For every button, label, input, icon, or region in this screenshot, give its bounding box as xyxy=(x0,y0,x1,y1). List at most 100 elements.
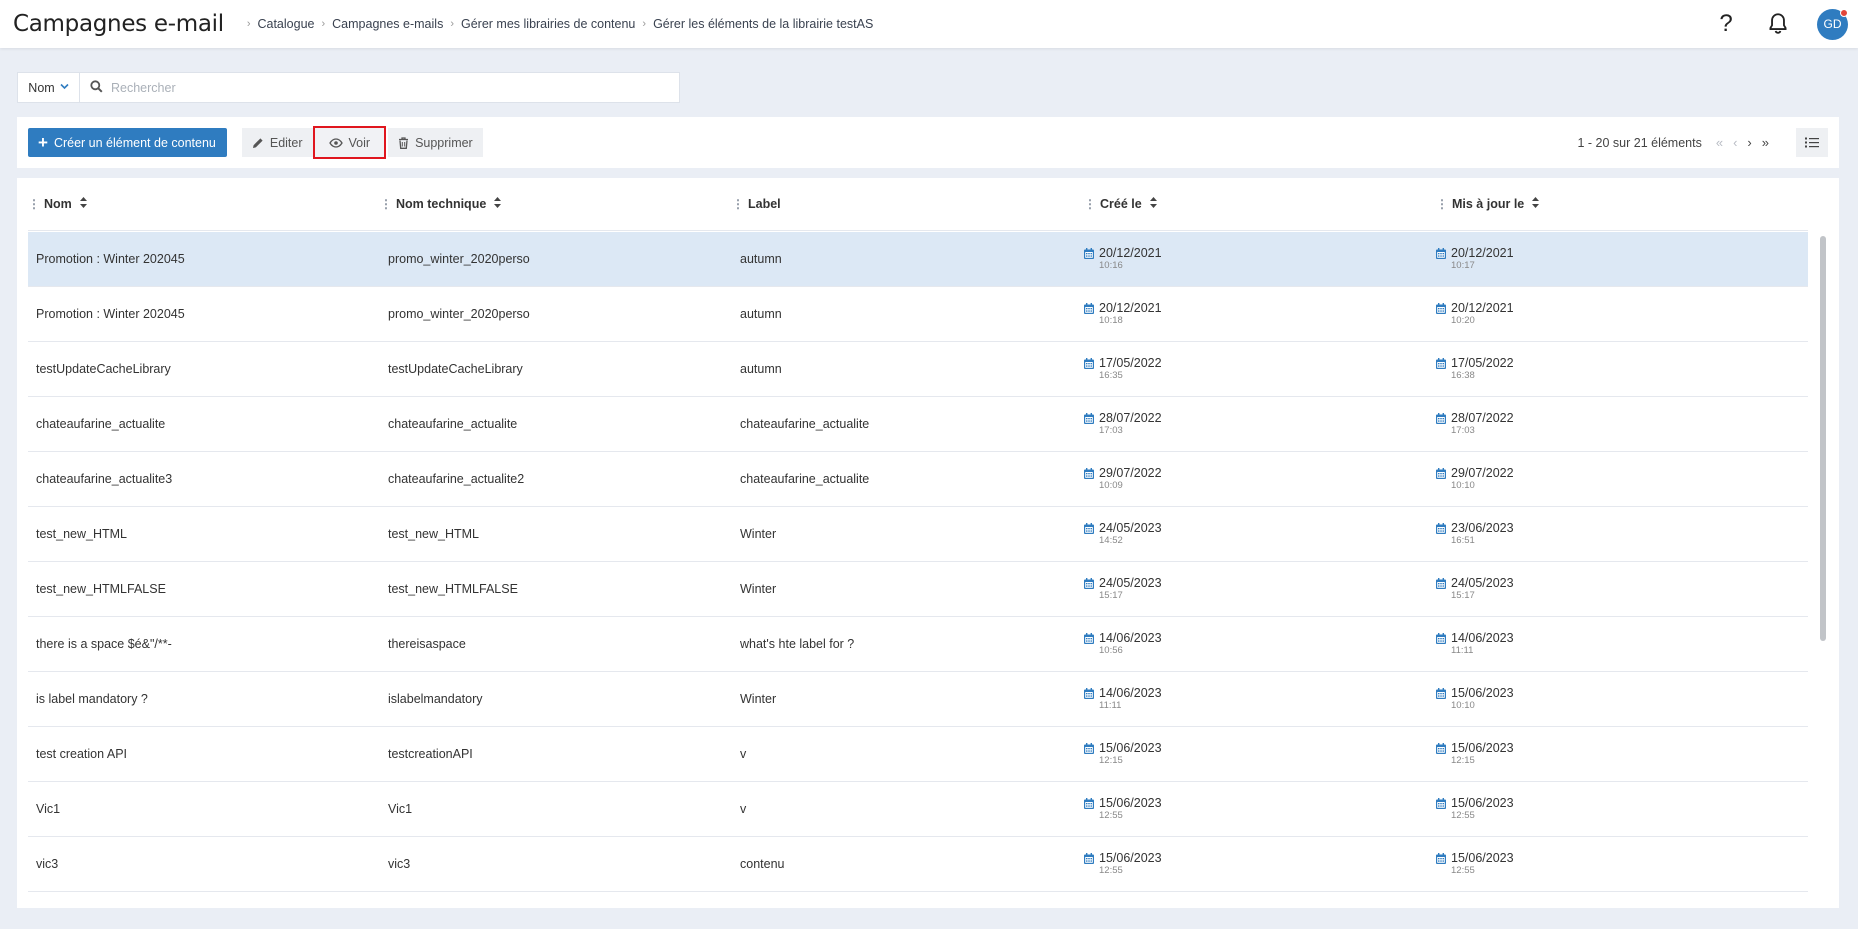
calendar-icon xyxy=(1436,853,1446,864)
updated-date: 14/06/2023 xyxy=(1451,631,1514,645)
cell-technical-name: thereisaspace xyxy=(388,637,466,651)
notification-dot-icon xyxy=(1840,8,1848,17)
table-body: Promotion : Winter 202045 promo_winter_2… xyxy=(28,232,1808,892)
drag-handle-icon[interactable]: ⋮ xyxy=(28,197,40,211)
updated-time: 11:11 xyxy=(1451,645,1474,656)
first-page-icon[interactable]: « xyxy=(1716,135,1723,150)
cell-label: v xyxy=(740,802,747,816)
search-icon xyxy=(90,79,103,96)
created-time: 12:55 xyxy=(1099,810,1123,821)
sort-icon[interactable] xyxy=(1149,197,1158,211)
sort-icon[interactable] xyxy=(79,197,88,211)
table-row[interactable]: is label mandatory ? islabelmandatory Wi… xyxy=(28,672,1808,727)
breadcrumb-item-current: Gérer les éléments de la librairie testA… xyxy=(653,17,874,31)
breadcrumb-item-catalogue[interactable]: Catalogue xyxy=(257,17,314,31)
search-bar: Nom xyxy=(17,72,680,103)
updated-date: 15/06/2023 xyxy=(1451,851,1514,865)
calendar-icon xyxy=(1084,358,1094,369)
cell-updated: 23/06/2023 16:51 xyxy=(1436,521,1788,547)
table-row[interactable]: Vic1 Vic1 v 15/06/2023 12:55 15/06/2023 … xyxy=(28,782,1808,837)
calendar-icon xyxy=(1436,303,1446,314)
column-header-name[interactable]: ⋮ Nom xyxy=(28,197,380,211)
column-header-technical-name[interactable]: ⋮ Nom technique xyxy=(380,197,732,211)
breadcrumb-separator-icon: › xyxy=(450,18,454,30)
table-row[interactable]: vic3 vic3 contenu 15/06/2023 12:55 15/06… xyxy=(28,837,1808,892)
column-header-created[interactable]: ⋮ Créé le xyxy=(1084,197,1436,211)
table-row[interactable]: chateaufarine_actualite3 chateaufarine_a… xyxy=(28,452,1808,507)
cell-created: 14/06/2023 11:11 xyxy=(1084,686,1436,712)
cell-created: 15/06/2023 12:55 xyxy=(1084,851,1436,877)
cell-name: chateaufarine_actualite3 xyxy=(36,472,173,486)
last-page-icon[interactable]: » xyxy=(1762,135,1769,150)
created-date: 17/05/2022 xyxy=(1099,356,1162,370)
calendar-icon xyxy=(1436,743,1446,754)
pagination-info: 1 - 20 sur 21 éléments xyxy=(1577,135,1702,150)
column-header-label: Créé le xyxy=(1100,197,1142,211)
drag-handle-icon[interactable]: ⋮ xyxy=(732,197,744,211)
cell-label: v xyxy=(740,747,747,761)
updated-date: 15/06/2023 xyxy=(1451,686,1514,700)
delete-button[interactable]: Supprimer xyxy=(388,128,483,157)
drag-handle-icon[interactable]: ⋮ xyxy=(1436,197,1448,211)
cell-created: 15/06/2023 12:55 xyxy=(1084,796,1436,822)
created-time: 10:18 xyxy=(1099,315,1123,326)
table-row[interactable]: Promotion : Winter 202045 promo_winter_2… xyxy=(28,287,1808,342)
drag-handle-icon[interactable]: ⋮ xyxy=(380,197,392,211)
cell-created: 24/05/2023 15:17 xyxy=(1084,576,1436,602)
breadcrumb-separator-icon: › xyxy=(246,18,251,30)
cell-created: 20/12/2021 10:18 xyxy=(1084,301,1436,327)
search-input[interactable] xyxy=(111,80,679,95)
updated-date: 24/05/2023 xyxy=(1451,576,1514,590)
list-view-toggle[interactable] xyxy=(1796,128,1828,157)
updated-time: 15:17 xyxy=(1451,590,1475,601)
cell-name: testUpdateCacheLibrary xyxy=(36,362,171,376)
cell-updated: 15/06/2023 12:55 xyxy=(1436,851,1788,877)
calendar-icon xyxy=(1084,578,1094,589)
cell-updated: 15/06/2023 12:55 xyxy=(1436,796,1788,822)
updated-date: 15/06/2023 xyxy=(1451,796,1514,810)
help-icon[interactable]: ? xyxy=(1713,10,1739,38)
table-row[interactable]: testUpdateCacheLibrary testUpdateCacheLi… xyxy=(28,342,1808,397)
breadcrumb-item-campaigns[interactable]: Campagnes e-mails xyxy=(332,17,443,31)
cell-technical-name: testUpdateCacheLibrary xyxy=(388,362,523,376)
cell-created: 24/05/2023 14:52 xyxy=(1084,521,1436,547)
next-page-icon[interactable]: › xyxy=(1747,135,1751,150)
vertical-scrollbar[interactable] xyxy=(1820,236,1826,641)
created-time: 10:56 xyxy=(1099,645,1123,656)
created-time: 11:11 xyxy=(1099,700,1122,711)
create-content-element-button[interactable]: + Créer un élément de contenu xyxy=(28,128,227,157)
table-row[interactable]: chateaufarine_actualite chateaufarine_ac… xyxy=(28,397,1808,452)
search-field-select[interactable]: Nom xyxy=(18,73,80,102)
drag-handle-icon[interactable]: ⋮ xyxy=(1084,197,1096,211)
cell-technical-name: chateaufarine_actualite2 xyxy=(388,472,525,486)
created-time: 14:52 xyxy=(1099,535,1123,546)
sort-icon[interactable] xyxy=(494,197,502,211)
table-row[interactable]: test_new_HTML test_new_HTML Winter 24/05… xyxy=(28,507,1808,562)
eye-icon xyxy=(328,137,343,148)
view-button[interactable]: Voir xyxy=(312,126,387,159)
created-date: 15/06/2023 xyxy=(1099,796,1162,810)
table-row[interactable]: test_new_HTMLFALSE test_new_HTMLFALSE Wi… xyxy=(28,562,1808,617)
avatar[interactable]: GD xyxy=(1817,8,1848,40)
updated-time: 10:20 xyxy=(1451,315,1475,326)
breadcrumb-item-libraries[interactable]: Gérer mes librairies de contenu xyxy=(461,17,635,31)
table-row[interactable]: there is a space $é&"/**- thereisaspace … xyxy=(28,617,1808,672)
list-icon xyxy=(1805,137,1819,148)
cell-updated: 24/05/2023 15:17 xyxy=(1436,576,1788,602)
column-header-updated[interactable]: ⋮ Mis à jour le xyxy=(1436,197,1788,211)
cell-updated: 20/12/2021 10:17 xyxy=(1436,246,1788,272)
table-header: ⋮ Nom ⋮ Nom technique ⋮ Label ⋮ Créé le … xyxy=(28,178,1808,231)
cell-label: contenu xyxy=(740,857,785,871)
column-header-label: Nom technique xyxy=(396,197,487,211)
column-header-label[interactable]: ⋮ Label xyxy=(732,197,1084,211)
table-row[interactable]: Promotion : Winter 202045 promo_winter_2… xyxy=(28,232,1808,287)
bell-icon[interactable] xyxy=(1765,11,1791,37)
table-row[interactable]: test creation API testcreationAPI v 15/0… xyxy=(28,727,1808,782)
cell-updated: 15/06/2023 10:10 xyxy=(1436,686,1788,712)
updated-date: 23/06/2023 xyxy=(1451,521,1514,535)
sort-icon[interactable] xyxy=(1532,197,1540,211)
edit-button[interactable]: Editer xyxy=(241,128,313,157)
created-date: 28/07/2022 xyxy=(1099,411,1162,425)
created-date: 20/12/2021 xyxy=(1099,301,1162,315)
previous-page-icon[interactable]: ‹ xyxy=(1733,135,1737,150)
